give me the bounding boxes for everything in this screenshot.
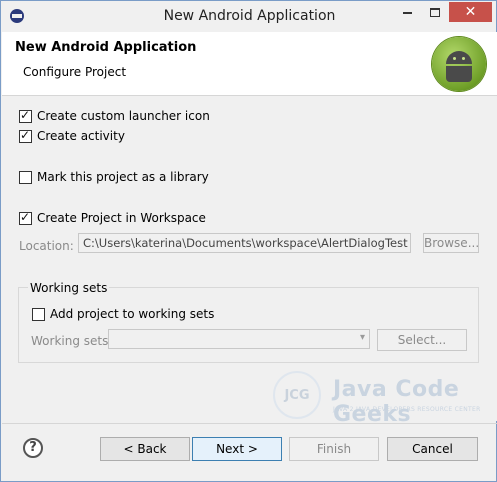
android-eye <box>462 57 465 60</box>
footer-divider <box>2 423 497 424</box>
help-icon[interactable]: ? <box>23 438 43 458</box>
wizard-banner: New Android Application Configure Projec… <box>2 32 497 96</box>
watermark: JCG Java Code Geeks JAVA 2 JAVA DEVELOPE… <box>273 369 493 427</box>
workspace-checkbox[interactable] <box>19 210 32 225</box>
maximize-icon <box>430 8 440 17</box>
location-label: Location: <box>19 239 74 253</box>
location-field: C:\Users\katerina\Documents\workspace\Al… <box>78 233 411 253</box>
launcher-icon-checkbox[interactable] <box>19 108 32 123</box>
android-logo-icon <box>432 37 486 91</box>
android-body <box>446 66 472 82</box>
close-icon: ✕ <box>464 4 477 20</box>
add-working-sets-checkbox[interactable] <box>32 307 45 321</box>
working-sets-field-label: Working sets: <box>31 334 113 348</box>
library-option[interactable]: Mark this project as a library <box>19 169 209 185</box>
working-sets-title: Working sets <box>28 281 110 295</box>
dialog-window: New Android Application ✕ New Android Ap… <box>0 0 497 482</box>
android-eye <box>453 57 456 60</box>
working-sets-group <box>18 287 479 363</box>
create-activity-checkbox[interactable] <box>19 128 32 143</box>
select-button: Select... <box>377 329 467 351</box>
add-working-sets-option[interactable]: Add project to working sets <box>32 306 214 322</box>
minimize-icon <box>402 11 412 14</box>
maximize-button[interactable] <box>422 2 448 22</box>
launcher-icon-label[interactable]: Create custom launcher icon <box>37 109 210 123</box>
minimize-button[interactable] <box>394 2 420 22</box>
library-checkbox[interactable] <box>19 170 32 184</box>
android-head <box>446 51 472 64</box>
next-button[interactable]: Next > <box>192 437 282 461</box>
launcher-icon-option[interactable]: Create custom launcher icon <box>19 108 210 124</box>
cancel-button[interactable]: Cancel <box>387 437 478 461</box>
chevron-down-icon: ▾ <box>359 332 365 343</box>
watermark-tagline: JAVA 2 JAVA DEVELOPERS RESOURCE CENTER <box>333 406 481 413</box>
workspace-label[interactable]: Create Project in Workspace <box>37 211 206 225</box>
banner-title: New Android Application <box>15 40 197 55</box>
close-button[interactable]: ✕ <box>449 2 492 22</box>
banner-subtitle: Configure Project <box>23 65 127 79</box>
library-label[interactable]: Mark this project as a library <box>37 170 209 184</box>
browse-button: Browse... <box>423 233 479 253</box>
finish-button: Finish <box>289 437 379 461</box>
add-working-sets-label[interactable]: Add project to working sets <box>50 307 214 321</box>
watermark-name: Java Code Geeks <box>333 377 460 427</box>
working-sets-combo: ▾ <box>108 329 370 349</box>
jcg-logo: JCG <box>273 371 321 419</box>
create-activity-label[interactable]: Create activity <box>37 129 125 143</box>
create-activity-option[interactable]: Create activity <box>19 128 125 144</box>
workspace-option[interactable]: Create Project in Workspace <box>19 210 206 226</box>
back-button[interactable]: < Back <box>100 437 190 461</box>
title-bar[interactable]: New Android Application ✕ <box>1 1 496 31</box>
